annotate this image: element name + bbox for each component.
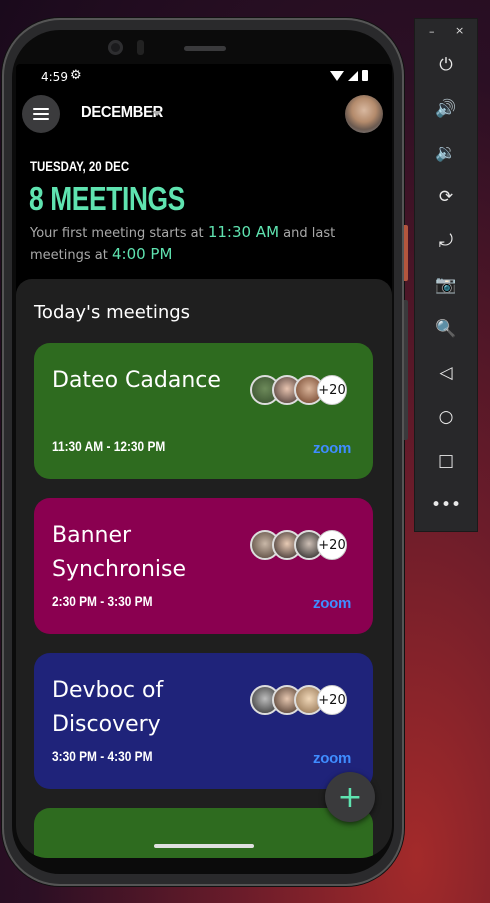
summary-text: Your first meeting starts at: [30, 226, 204, 241]
zoom-icon[interactable]: 🔍: [427, 314, 465, 344]
meeting-time: 11:30 AM - 12:30 PM: [52, 438, 166, 454]
home-icon[interactable]: ○: [427, 402, 465, 432]
phone-screen: 4:59 ⚙ DECEMBER TUESDAY, 20 DEC 8 MEETIN…: [16, 64, 392, 858]
zoom-logo[interactable]: zoom: [313, 440, 351, 457]
volume-down-icon[interactable]: 🔉: [427, 138, 465, 168]
power-icon[interactable]: ⏻: [427, 50, 465, 80]
battery-icon: [362, 70, 368, 81]
close-icon[interactable]: ×: [455, 24, 464, 37]
system-icons: [330, 70, 368, 81]
more-attendees-badge[interactable]: +20: [317, 375, 347, 405]
volume-side-button[interactable]: [404, 300, 408, 440]
overview-icon[interactable]: □: [427, 446, 465, 476]
settings-gear-icon: ⚙: [70, 68, 82, 83]
more-options-icon[interactable]: •••: [427, 490, 465, 520]
camera-icon[interactable]: 📷: [427, 270, 465, 300]
earpiece-speaker: [184, 46, 226, 51]
rotate-right-icon[interactable]: ⤾: [427, 226, 465, 256]
menu-button[interactable]: [22, 95, 60, 133]
back-icon[interactable]: ◁: [427, 358, 465, 388]
emulator-window-controls: – ×: [415, 19, 477, 45]
user-avatar[interactable]: [345, 95, 383, 133]
meeting-time: 2:30 PM - 3:30 PM: [52, 593, 153, 609]
rotate-left-icon[interactable]: ⟳: [427, 182, 465, 212]
chevron-down-icon[interactable]: [152, 111, 162, 116]
meeting-card-partial[interactable]: [34, 808, 373, 858]
more-attendees-badge[interactable]: +20: [317, 685, 347, 715]
meeting-title: Dateo Cadance: [52, 368, 221, 393]
month-selector[interactable]: DECEMBER: [81, 104, 163, 122]
status-time: 4:59: [41, 70, 68, 84]
meeting-card[interactable]: Banner Synchronise +20 2:30 PM - 3:30 PM…: [34, 498, 373, 634]
zoom-logo[interactable]: zoom: [313, 595, 351, 612]
minimize-icon[interactable]: –: [429, 25, 435, 38]
panel-title: Today's meetings: [34, 302, 191, 323]
meeting-title: Devboc of Discovery: [52, 678, 164, 737]
front-camera: [108, 40, 123, 55]
wifi-icon: [330, 70, 344, 81]
home-gesture-bar[interactable]: [154, 844, 254, 848]
volume-up-icon[interactable]: 🔊: [427, 94, 465, 124]
selected-date: TUESDAY, 20 DEC: [30, 158, 130, 174]
meeting-card[interactable]: Dateo Cadance +20 11:30 AM - 12:30 PM zo…: [34, 343, 373, 479]
status-bar: 4:59 ⚙: [16, 64, 392, 90]
first-meeting-time: 11:30 AM: [207, 223, 280, 241]
meeting-title: Banner Synchronise: [52, 523, 187, 582]
meeting-count: 8 MEETINGS: [29, 180, 185, 217]
add-meeting-button[interactable]: +: [325, 772, 375, 822]
meeting-time: 3:30 PM - 4:30 PM: [52, 748, 153, 764]
hamburger-icon: [33, 108, 49, 120]
zoom-logo[interactable]: zoom: [313, 750, 351, 767]
meeting-card[interactable]: Devboc of Discovery +20 3:30 PM - 4:30 P…: [34, 653, 373, 789]
last-meeting-time: 4:00 PM: [111, 245, 173, 263]
day-summary: Your first meeting starts at 11:30 AM an…: [30, 222, 340, 266]
meetings-panel: Today's meetings Dateo Cadance +20 11:30…: [16, 279, 392, 858]
proximity-sensor: [137, 40, 144, 55]
more-attendees-badge[interactable]: +20: [317, 530, 347, 560]
emulator-toolbar: – × ⏻ 🔊 🔉 ⟳ ⤾ 📷 🔍 ◁ ○ □ •••: [414, 18, 478, 532]
signal-icon: [348, 70, 358, 81]
power-side-button[interactable]: [404, 225, 408, 281]
